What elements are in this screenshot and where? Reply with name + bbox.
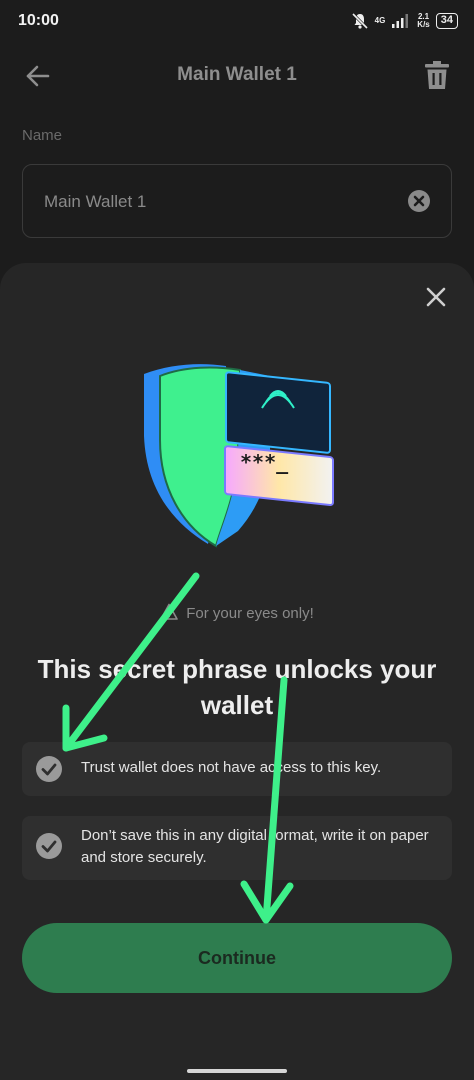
info-item-text: Trust wallet does not have access to thi… <box>81 759 382 776</box>
status-time: 10:00 <box>18 12 59 29</box>
info-item: Trust wallet does not have access to thi… <box>22 742 452 796</box>
mute-bell-icon <box>351 12 368 30</box>
clear-circle-icon[interactable] <box>407 189 431 213</box>
battery-icon: 34 <box>435 13 458 29</box>
wallet-name-input[interactable]: Main Wallet 1 <box>22 164 452 238</box>
continue-button[interactable]: Continue <box>22 923 452 993</box>
name-label: Name <box>22 127 63 144</box>
check-circle-icon <box>36 756 62 782</box>
wallet-name-value: Main Wallet 1 <box>44 192 147 211</box>
shield-password-illustration: ***_ <box>144 364 334 548</box>
status-bar: 10:00 4G 2.1 K/s 34 <box>0 0 474 44</box>
info-item-text: Don’t save this in any digital format, w… <box>81 827 429 866</box>
warning-icon <box>160 603 179 620</box>
speed-unit: K/s <box>417 20 430 29</box>
network-type: 4G <box>374 16 386 25</box>
sheet-headline: This secret phrase unlocks your wallet <box>37 654 437 720</box>
page-title: Main Wallet 1 <box>177 64 297 85</box>
network-speed: 2.1 K/s <box>417 13 429 29</box>
status-icons: 4G 2.1 K/s 34 <box>351 10 458 32</box>
secret-phrase-sheet: ***_ For your eyes only! This secret phr… <box>0 263 474 1080</box>
signal-icon <box>392 14 409 28</box>
close-icon[interactable] <box>424 285 448 309</box>
info-item: Don’t save this in any digital format, w… <box>22 816 452 880</box>
app-header: Main Wallet 1 <box>0 44 474 108</box>
eyes-only-notice: For your eyes only! <box>0 603 474 622</box>
home-indicator <box>187 1069 287 1073</box>
check-circle-icon <box>36 833 62 859</box>
trash-icon[interactable] <box>424 60 450 90</box>
illustration-password-text: ***_ <box>240 450 289 474</box>
eyes-only-text: For your eyes only! <box>186 605 314 622</box>
